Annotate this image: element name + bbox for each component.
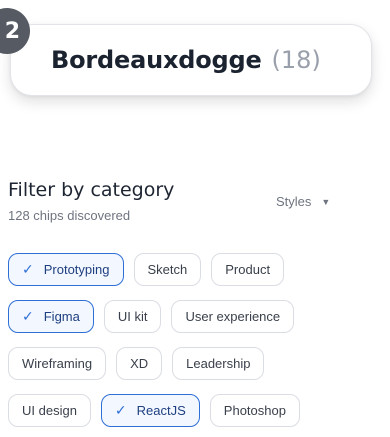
check-icon: ✓ [22, 261, 34, 277]
chip-label: XD [130, 356, 149, 371]
chips-count-subtitle: 128 chips discovered [8, 208, 131, 223]
breed-tooltip-card: Bordeauxdogge (18) [10, 24, 372, 96]
filter-title: Filter by category [8, 179, 175, 201]
chip-label: Figma [43, 309, 80, 324]
caret-down-icon: ▼ [321, 196, 331, 207]
check-icon: ✓ [114, 402, 127, 418]
chip-leadership[interactable]: Leadership [172, 347, 265, 380]
chip-label: Leadership [186, 356, 251, 371]
chip-label: Sketch [147, 262, 188, 277]
chip-row: ✓ Figma UI kit User experience [8, 300, 378, 333]
chip-photoshop[interactable]: Photoshop [209, 394, 300, 427]
check-icon: ✓ [22, 308, 34, 324]
chip-product[interactable]: Product [211, 253, 285, 286]
chip-ui-kit[interactable]: UI kit [103, 300, 162, 333]
chip-sketch[interactable]: Sketch [133, 253, 202, 286]
styles-dropdown[interactable]: Styles ▼ [276, 194, 330, 209]
chip-ui-design[interactable]: UI design [8, 394, 91, 427]
chip-wireframing[interactable]: Wireframing [8, 347, 107, 380]
chip-label: UI design [22, 403, 77, 418]
chip-row: UI design ✓ ReactJS Photoshop [8, 394, 378, 427]
chip-reactjs[interactable]: ✓ ReactJS [100, 394, 200, 427]
chip-label: User experience [185, 309, 281, 324]
chip-label: Wireframing [22, 356, 93, 371]
tooltip-breed-name: Bordeauxdogge [51, 46, 262, 74]
chip-label: UI kit [117, 309, 148, 324]
chip-prototyping[interactable]: ✓ Prototyping [8, 253, 124, 286]
chip-label: Product [225, 262, 271, 277]
chip-user-experience[interactable]: User experience [171, 300, 295, 333]
styles-dropdown-label: Styles [276, 194, 312, 209]
chip-row: Wireframing XD Leadership [8, 347, 378, 380]
chip-figma[interactable]: ✓ Figma [8, 300, 94, 333]
chip-label: Prototyping [43, 262, 110, 277]
chip-label: ReactJS [136, 403, 186, 418]
chip-row: ✓ Prototyping Sketch Product [8, 253, 378, 286]
chip-xd[interactable]: XD [116, 347, 163, 380]
chip-label: Photoshop [223, 403, 286, 418]
tooltip-breed-count: (18) [271, 46, 321, 74]
chip-group: ✓ Prototyping Sketch Product ✓ Figma UI kit Use… [8, 253, 378, 437]
